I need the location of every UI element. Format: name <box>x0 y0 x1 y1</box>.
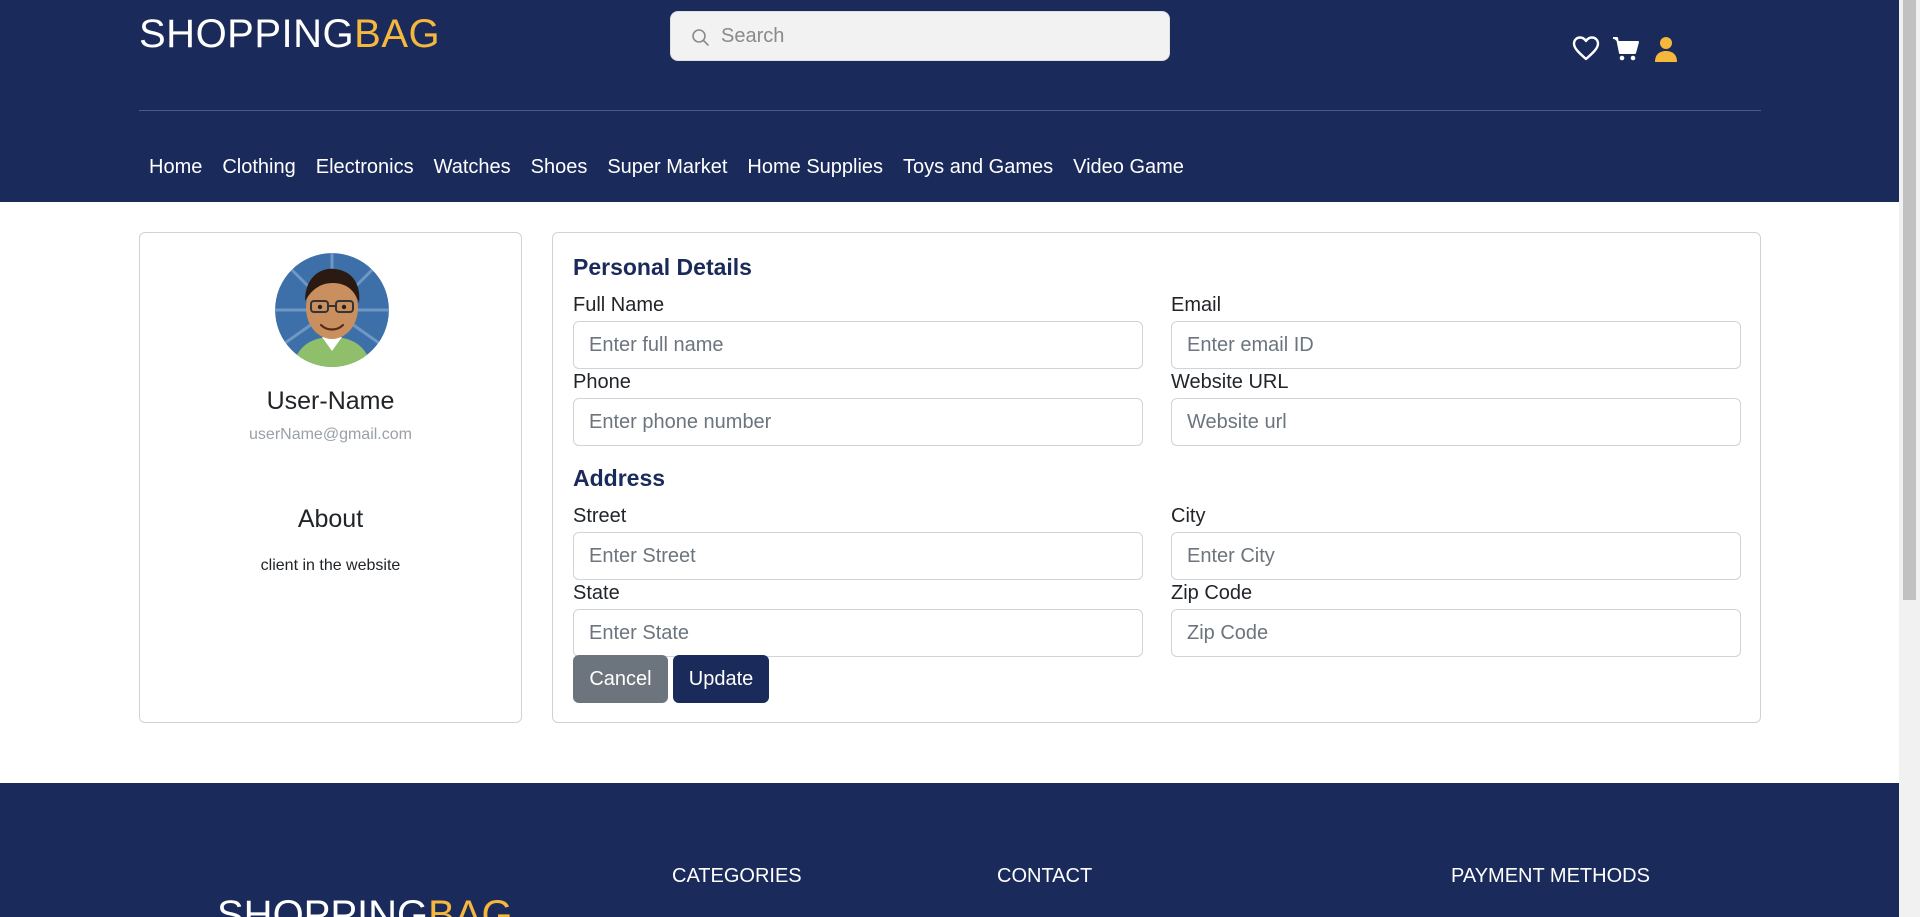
header-divider <box>139 110 1761 111</box>
nav-item-home[interactable]: Home <box>139 154 212 180</box>
state-field[interactable] <box>573 609 1143 657</box>
cancel-button[interactable]: Cancel <box>573 655 668 703</box>
footer-logo-main-text: SHOPPING <box>217 893 429 917</box>
nav-item-video-game[interactable]: Video Game <box>1063 154 1194 180</box>
search-bar <box>670 11 1170 61</box>
about-text: client in the website <box>260 557 401 574</box>
about-heading: About <box>297 505 364 533</box>
full-name-label: Full Name <box>573 294 665 316</box>
email-label: Email <box>1171 294 1222 316</box>
header-icon-group <box>1572 35 1680 63</box>
scrollbar-thumb[interactable] <box>1903 0 1916 600</box>
main-nav: Home Clothing Electronics Watches Shoes … <box>139 154 1194 180</box>
profile-user-email: userName@gmail.com <box>249 426 412 443</box>
address-heading: Address <box>573 465 666 491</box>
footer-logo[interactable]: SHOPPINGBAG <box>217 893 513 917</box>
footer-contact-heading: CONTACT <box>997 865 1093 887</box>
email-field[interactable] <box>1171 321 1741 369</box>
nav-item-shoes[interactable]: Shoes <box>521 154 598 180</box>
avatar <box>275 253 389 367</box>
zip-code-field[interactable] <box>1171 609 1741 657</box>
website-url-label: Website URL <box>1171 371 1289 393</box>
full-name-field[interactable] <box>573 321 1143 369</box>
nav-item-clothing[interactable]: Clothing <box>212 154 305 180</box>
state-label: State <box>573 582 620 604</box>
site-logo[interactable]: SHOPPINGBAG <box>139 12 440 57</box>
cart-icon[interactable] <box>1612 35 1640 63</box>
city-label: City <box>1171 505 1206 527</box>
nav-item-electronics[interactable]: Electronics <box>306 154 424 180</box>
phone-label: Phone <box>573 371 631 393</box>
logo-main-text: SHOPPING <box>139 12 355 56</box>
nav-item-home-supplies[interactable]: Home Supplies <box>737 154 893 180</box>
update-button[interactable]: Update <box>673 655 769 703</box>
profile-user-name: User-Name <box>266 387 395 415</box>
user-icon[interactable] <box>1652 35 1680 63</box>
nav-item-watches[interactable]: Watches <box>424 154 521 180</box>
search-input[interactable] <box>721 12 1161 60</box>
profile-form-card: Personal Details Full Name Email Phone W… <box>552 232 1761 723</box>
footer-payment-methods-heading: PAYMENT METHODS <box>1451 865 1650 887</box>
zip-code-label: Zip Code <box>1171 582 1253 604</box>
phone-field[interactable] <box>573 398 1143 446</box>
site-header: SHOPPINGBAG Home Clothing Electronics Wa… <box>0 0 1899 202</box>
website-url-field[interactable] <box>1171 398 1741 446</box>
site-footer: SHOPPINGBAG CATEGORIES CONTACT PAYMENT M… <box>0 783 1899 917</box>
personal-details-heading: Personal Details <box>573 254 752 280</box>
footer-logo-accent-text: BAG <box>428 893 513 917</box>
nav-item-toys-and-games[interactable]: Toys and Games <box>893 154 1063 180</box>
street-field[interactable] <box>573 532 1143 580</box>
profile-card: User-Name userName@gmail.com About clien… <box>139 232 522 723</box>
street-label: Street <box>573 505 627 527</box>
logo-accent-text: BAG <box>354 12 441 56</box>
search-icon <box>692 29 709 46</box>
heart-icon[interactable] <box>1572 35 1600 63</box>
footer-categories-heading: CATEGORIES <box>672 865 802 887</box>
city-field[interactable] <box>1171 532 1741 580</box>
page-scrollbar[interactable] <box>1899 0 1920 917</box>
nav-item-super-market[interactable]: Super Market <box>597 154 737 180</box>
